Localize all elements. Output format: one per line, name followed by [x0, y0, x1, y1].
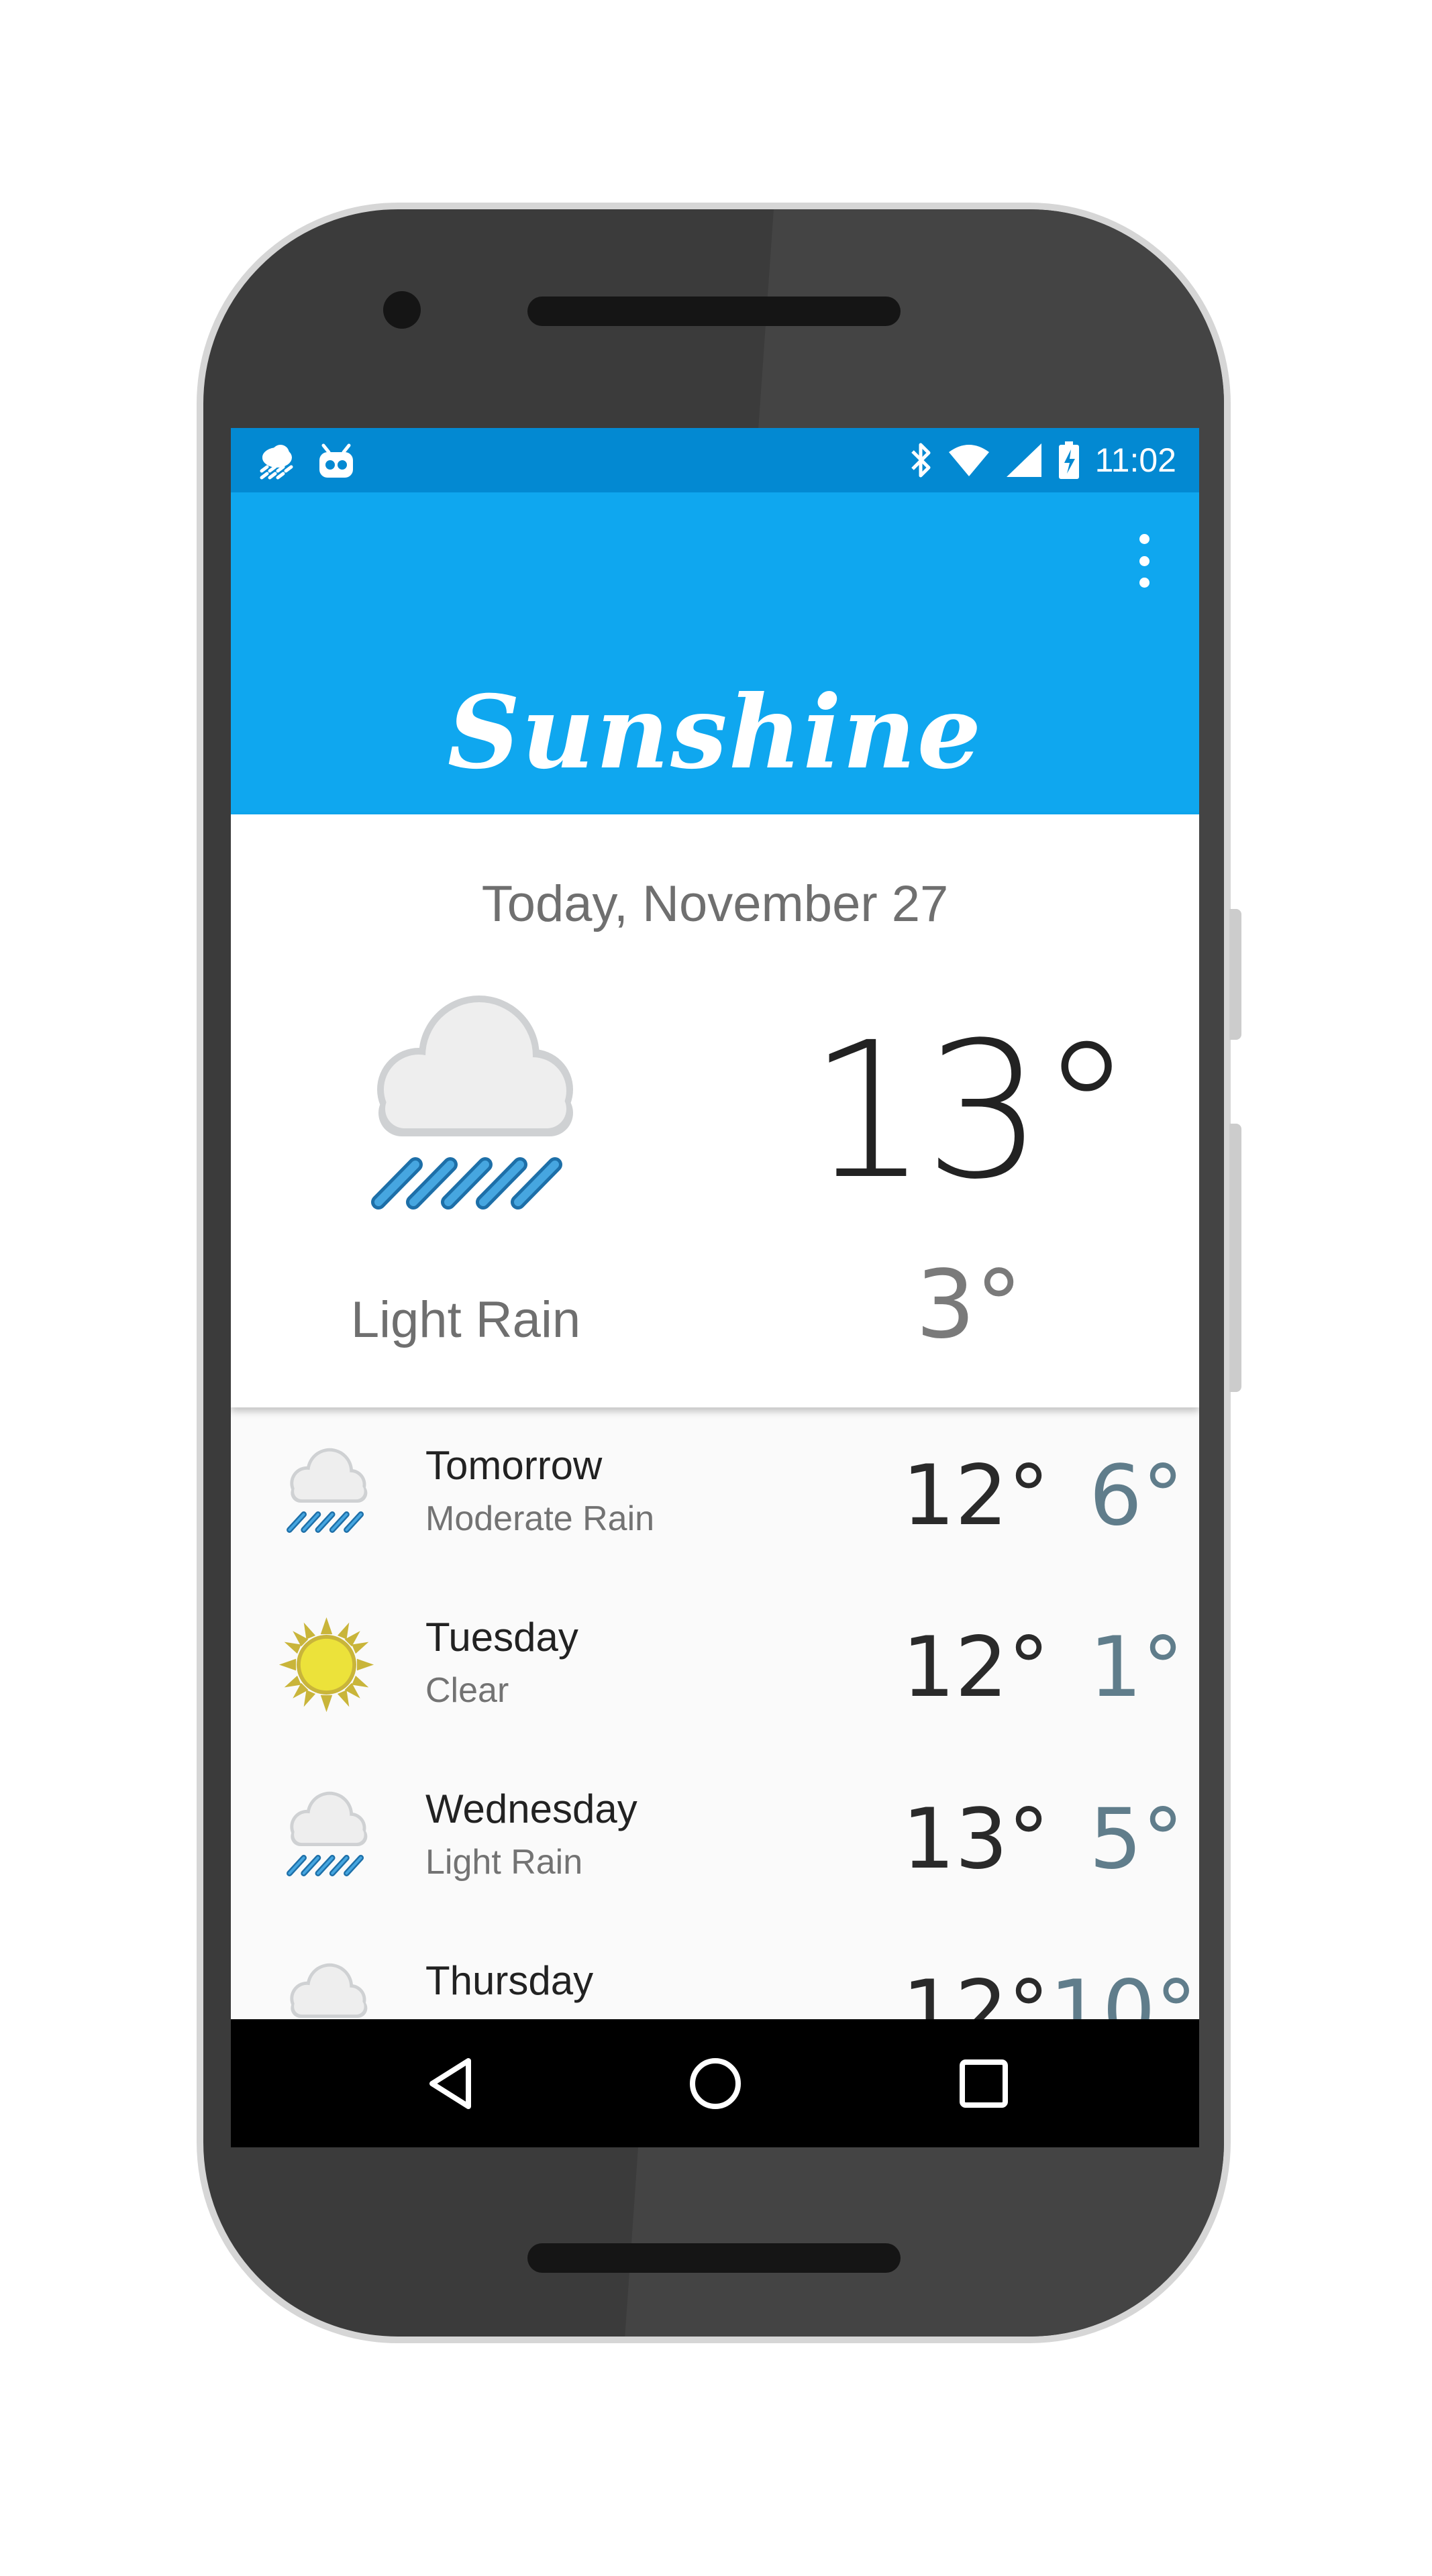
forecast-high-temp: 13°	[902, 1791, 1050, 1888]
volume-button	[1229, 1124, 1241, 1392]
forecast-high-temp: 12°	[902, 1619, 1050, 1716]
today-high-temp: 13°	[808, 1002, 1133, 1221]
top-speaker	[527, 297, 901, 326]
overflow-menu-icon[interactable]	[1131, 534, 1158, 588]
light-rain-icon	[371, 996, 573, 1210]
front-camera	[383, 291, 421, 329]
forecast-day: Tuesday	[425, 1615, 578, 1660]
today-low-temp: 3°	[915, 1250, 1023, 1360]
forecast-day: Thursday	[425, 1958, 594, 2003]
app-title: Sunshine	[447, 674, 983, 792]
wifi-icon	[948, 445, 989, 476]
forecast-list: Tomorrow Moderate Rain 12° 6° Tuesday Cl…	[231, 1407, 1199, 2094]
today-card[interactable]: Today, November 27 Light Rain 13° 3°	[231, 814, 1199, 1407]
forecast-day: Tomorrow	[425, 1443, 603, 1488]
forecast-description: Moderate Rain	[425, 1499, 655, 1538]
sun-icon	[278, 1617, 374, 1713]
android-debug-icon	[319, 443, 353, 478]
rain-icon	[287, 1791, 368, 1876]
forecast-row[interactable]: Wednesday Light Rain 13° 5°	[231, 1751, 1199, 1923]
rain-icon	[287, 1448, 368, 1533]
weather-notification-icon	[260, 445, 293, 480]
home-icon[interactable]	[683, 2051, 748, 2116]
app-bar: Sunshine	[231, 492, 1199, 814]
bottom-speaker	[527, 2243, 901, 2273]
battery-charging-icon	[1058, 441, 1079, 479]
back-icon[interactable]	[421, 2051, 486, 2116]
navigation-bar	[231, 2019, 1199, 2147]
forecast-day: Wednesday	[425, 1786, 637, 1831]
forecast-row[interactable]: Tuesday Clear 12° 1°	[231, 1579, 1199, 1751]
forecast-row[interactable]: Tomorrow Moderate Rain 12° 6°	[231, 1407, 1199, 1579]
cell-signal-icon	[1006, 443, 1041, 477]
forecast-description: Light Rain	[425, 1843, 583, 1882]
power-button	[1229, 909, 1241, 1040]
bluetooth-icon	[911, 443, 931, 478]
forecast-low-temp: 5°	[1089, 1791, 1184, 1888]
recents-icon[interactable]	[952, 2051, 1016, 2116]
forecast-high-temp: 12°	[902, 1448, 1050, 1544]
today-description: Light Rain	[350, 1291, 581, 1348]
status-time: 11:02	[1094, 441, 1176, 479]
status-bar: 11:02	[231, 428, 1199, 492]
forecast-low-temp: 1°	[1089, 1619, 1184, 1716]
phone-screen: 11:02 Sunshine Today, November 27 Light …	[231, 428, 1199, 2147]
forecast-low-temp: 6°	[1089, 1448, 1184, 1544]
forecast-description: Clear	[425, 1671, 509, 1710]
today-date: Today, November 27	[481, 875, 949, 932]
